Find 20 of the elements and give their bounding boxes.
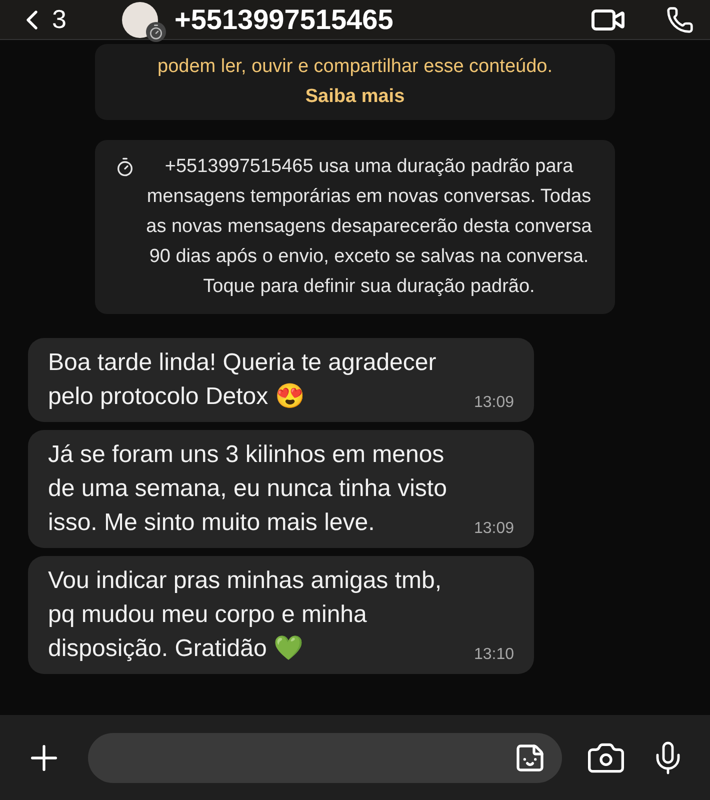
phone-icon[interactable] (666, 6, 694, 34)
message-text: Boa tarde linda! Queria te agradecer pelo protocolo Detox 😍 (48, 348, 438, 412)
message-time: 13:09 (474, 393, 514, 413)
back-count[interactable]: 3 (52, 0, 66, 39)
system-message-text: +5513997515465 usa uma duração padrão para mensagens temporárias em novas conversas. Todas as novas mensagens desaparecerão desta conversa 90 dias após o envio, exceto se salvas na conversa. Toque para definir sua duração padrão. (145, 155, 593, 299)
message-time: 13:10 (474, 645, 514, 665)
sticker-icon[interactable] (514, 742, 546, 774)
encryption-notice[interactable]: podem ler, ouvir e compartilhar esse conteúdo. Saiba mais (95, 44, 615, 120)
message-time: 13:09 (474, 519, 514, 539)
message-field[interactable] (88, 732, 562, 782)
message-bubble[interactable]: Já se foram uns 3 kilinhos em menos de uma semana, eu nunca tinha visto isso. Me sinto muito mais leve. 13:09 (28, 430, 534, 548)
message-bubble[interactable]: Vou indicar pras minhas amigas tmb, pq mudou meu corpo e minha disposição. Gratidão 💚 13:10 (28, 556, 534, 674)
message-text: Já se foram uns 3 kilinhos em menos de uma semana, eu nunca tinha visto isso. Me sinto muito mais leve. (48, 440, 448, 538)
timer-icon (115, 157, 135, 177)
learn-more-link[interactable]: Saiba mais (305, 86, 405, 107)
contact-name[interactable]: +5513997515465 (174, 0, 394, 40)
timer-icon (146, 22, 166, 42)
message-bubble[interactable]: Boa tarde linda! Queria te agradecer pelo protocolo Detox 😍 13:09 (28, 338, 534, 422)
system-message[interactable] (95, 140, 615, 314)
message-text: Vou indicar pras minhas amigas tmb, pq mudou meu corpo e minha disposição. Gratidão 💚 (48, 566, 443, 664)
